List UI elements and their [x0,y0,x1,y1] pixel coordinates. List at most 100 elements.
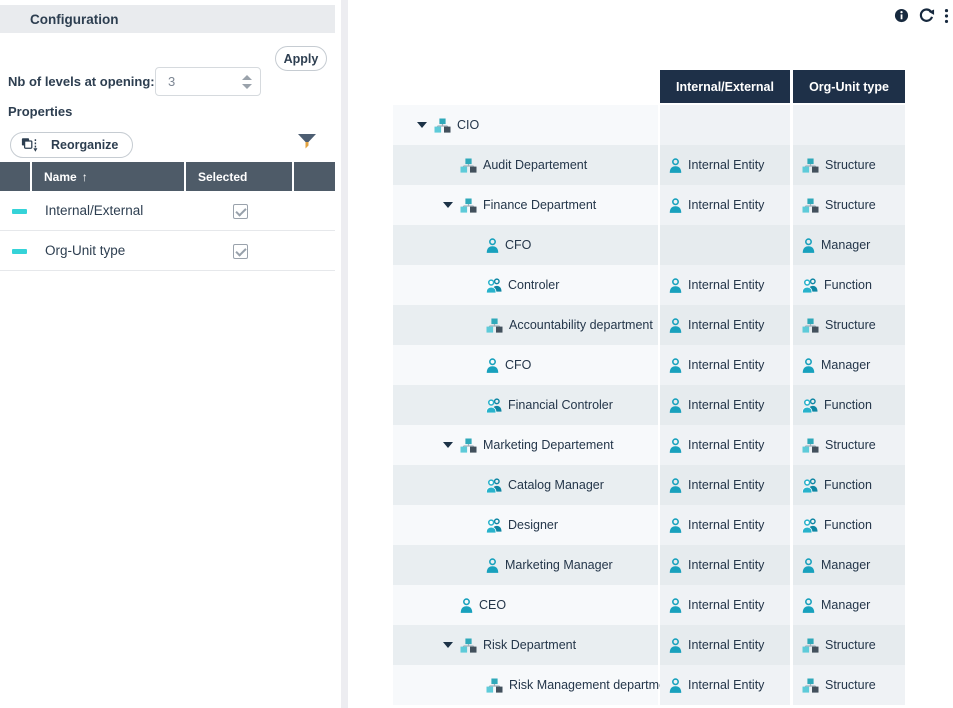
levels-input[interactable] [156,74,226,89]
node-label: Financial Controler [508,398,613,412]
org-unit-icon [460,638,477,653]
filter-icon[interactable] [297,133,317,151]
property-row[interactable]: Org-Unit type [0,231,335,271]
apply-button[interactable]: Apply [275,46,327,71]
people-icon [486,518,502,533]
internal-external-cell: Internal Entity [660,145,790,185]
tree-row[interactable]: Risk Management departmentInternal Entit… [393,665,905,705]
tree-row[interactable]: CFO Internal Entity Manager [393,345,905,385]
org-unit-type-value: Structure [825,638,876,652]
drag-handle-icon[interactable] [12,209,27,214]
person-icon [669,478,682,493]
internal-external-value: Internal Entity [688,558,764,572]
internal-external-value: Internal Entity [688,398,764,412]
tree-row[interactable]: Marketing Manager Internal Entity Manager [393,545,905,585]
tree-row[interactable]: Financial Controler Internal Entity Functi… [393,385,905,425]
configuration-header: Configuration [0,5,335,33]
person-icon [486,358,499,373]
tree-node-cell: Designer [393,505,658,545]
prop-header-selected[interactable]: Selected [186,162,292,191]
info-icon[interactable] [894,8,909,23]
org-unit-type-value: Function [824,478,872,492]
property-name: Org-Unit type [45,243,125,258]
node-label: CFO [505,358,531,372]
properties-table-header: Name ↑ Selected [0,162,335,191]
node-label: Finance Department [483,198,596,212]
toolbar [894,7,949,24]
tree-node-cell: Marketing Manager [393,545,658,585]
internal-external-cell: Internal Entity [660,505,790,545]
people-icon [486,478,502,493]
person-icon [486,238,499,253]
org-unit-type-value: Structure [825,438,876,452]
internal-external-cell: Internal Entity [660,305,790,345]
spinner-up-icon[interactable] [242,75,252,80]
drag-handle-icon[interactable] [12,249,27,254]
org-unit-icon [460,158,477,173]
person-icon [669,438,682,453]
reorganize-label: Reorganize [51,138,118,152]
org-unit-type-value: Manager [821,238,870,252]
tree-row[interactable]: ControlerInternal EntityFunction [393,265,905,305]
configuration-panel: Configuration Apply Nb of levels at open… [0,0,335,708]
tree-row[interactable]: CIO [393,105,905,145]
collapse-arrow-icon[interactable] [443,202,453,209]
collapse-arrow-icon[interactable] [443,642,453,649]
node-label: Controler [508,278,559,292]
people-icon [486,278,502,293]
tree-row[interactable]: CEOInternal EntityManager [393,585,905,625]
tree-row[interactable]: CFOManager [393,225,905,265]
prop-header-name[interactable]: Name ↑ [32,162,184,191]
tree-row[interactable]: Audit DepartementInternal EntityStructur… [393,145,905,185]
property-row[interactable]: Internal/External [0,191,335,231]
properties-title: Properties [8,104,72,119]
tree-row[interactable]: Risk DepartmentInternal EntityStructure [393,625,905,665]
org-unit-icon [802,318,819,333]
column-header-org-unit-type[interactable]: Org-Unit type [793,70,905,103]
tree-row[interactable]: Accountability departmentInternal Entity… [393,305,905,345]
org-unit-type-value: Manager [821,558,870,572]
reorganize-icon [21,137,39,154]
tree-row[interactable]: DesignerInternal Entity Function [393,505,905,545]
more-options-icon[interactable] [944,8,949,24]
org-unit-type-value: Function [824,398,872,412]
org-unit-icon [486,318,503,333]
tree-node-cell: Financial Controler [393,385,658,425]
person-icon [669,358,682,373]
org-unit-type-value: Function [824,518,872,532]
org-unit-icon [434,118,451,133]
tree-row[interactable]: Catalog Manager Internal Entity Function [393,465,905,505]
tree-row[interactable]: Finance DepartmentInternal EntityStructu… [393,185,905,225]
tree-node-cell: Controler [393,265,658,305]
internal-external-value: Internal Entity [688,478,764,492]
person-icon [669,678,682,693]
spinner-down-icon[interactable] [242,84,252,89]
panel-divider [341,0,348,708]
internal-external-cell: Internal Entity [660,345,790,385]
people-icon [802,278,818,293]
person-icon [486,558,499,573]
internal-external-cell: Internal Entity [660,665,790,705]
node-label: Audit Departement [483,158,587,172]
node-label: Catalog Manager [508,478,604,492]
internal-external-cell: Internal Entity [660,185,790,225]
people-icon [802,398,818,413]
org-unit-icon [486,678,503,693]
org-unit-icon [802,638,819,653]
tree-row[interactable]: Marketing DepartementInternal EntityStru… [393,425,905,465]
person-icon [460,598,473,613]
refresh-icon[interactable] [918,7,935,24]
configuration-title: Configuration [30,12,118,27]
people-icon [486,398,502,413]
org-unit-icon [802,678,819,693]
selected-checkbox[interactable] [233,204,248,219]
org-unit-type-value: Manager [821,358,870,372]
tree-node-cell: Audit Departement [393,145,658,185]
internal-external-cell: Internal Entity [660,545,790,585]
collapse-arrow-icon[interactable] [443,442,453,449]
collapse-arrow-icon[interactable] [417,122,427,129]
column-header-internal-external[interactable]: Internal/External [660,70,790,103]
selected-checkbox[interactable] [233,244,248,259]
org-unit-type-cell: Function [793,385,905,425]
reorganize-button[interactable]: Reorganize [10,132,133,158]
